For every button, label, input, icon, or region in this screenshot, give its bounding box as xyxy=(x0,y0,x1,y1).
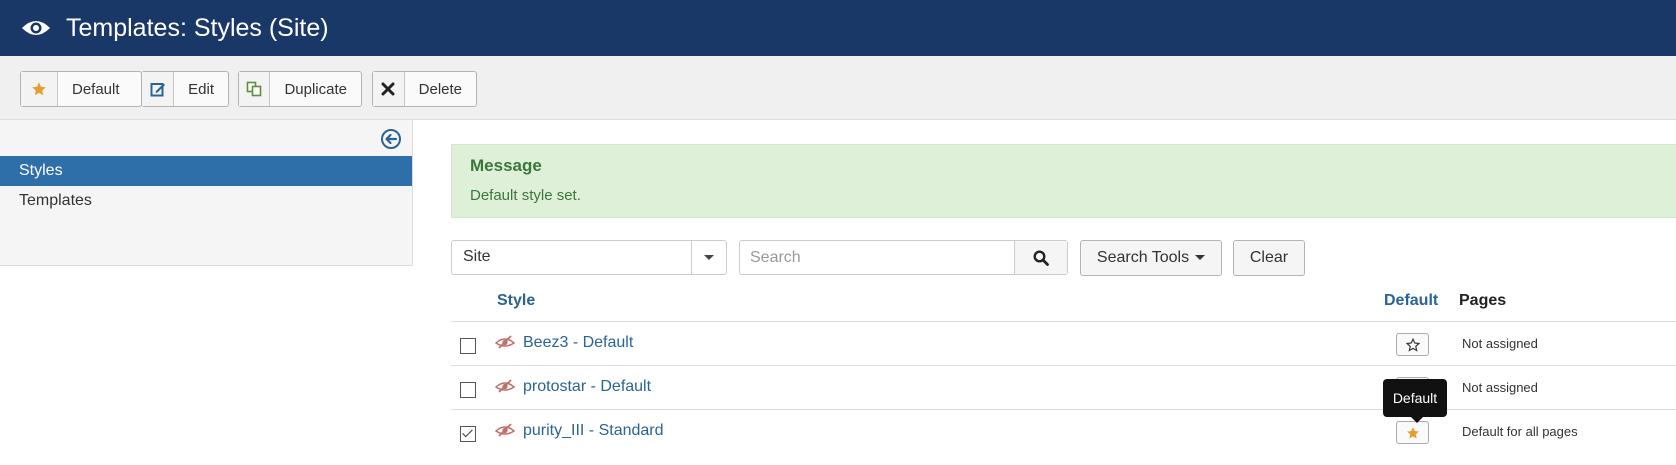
eye-slash-icon xyxy=(494,422,516,438)
column-header-default[interactable]: Default xyxy=(1384,292,1438,310)
pages-value: Not assigned xyxy=(1462,336,1538,351)
search-tools-label: Search Tools xyxy=(1096,249,1190,266)
table-row: protostar - Default Not assigned xyxy=(451,365,1676,410)
table-row: Beez3 - Default Not assigned xyxy=(451,321,1676,366)
clear-button[interactable]: Clear xyxy=(1233,240,1305,276)
close-icon xyxy=(373,72,405,106)
pages-value: Default for all pages xyxy=(1462,424,1578,439)
edit-button-label: Edit xyxy=(188,80,214,98)
star-icon xyxy=(1406,426,1419,438)
star-outline-icon xyxy=(1405,337,1420,352)
clear-label: Clear xyxy=(1249,249,1289,266)
success-message: Message Default style set. xyxy=(451,144,1676,218)
tooltip-text: Default xyxy=(1392,390,1438,406)
default-button[interactable]: Default xyxy=(20,71,142,107)
page-header: Templates: Styles (Site) xyxy=(0,0,1676,56)
edit-button[interactable]: Edit xyxy=(141,71,229,107)
search-icon xyxy=(1033,249,1049,266)
collapse-sidebar-icon[interactable] xyxy=(380,128,402,150)
message-heading: Message xyxy=(470,156,542,175)
client-select[interactable]: Site xyxy=(451,240,727,275)
chevron-down-icon[interactable] xyxy=(691,241,726,274)
eye-icon xyxy=(18,10,54,46)
column-header-pages: Pages xyxy=(1459,292,1507,309)
style-name-link[interactable]: protostar - Default xyxy=(523,378,651,396)
delete-button[interactable]: Delete xyxy=(372,71,477,107)
sidebar-item-templates[interactable]: Templates xyxy=(0,186,412,216)
duplicate-button-label: Duplicate xyxy=(284,80,347,98)
star-icon xyxy=(21,72,58,106)
style-name-link[interactable]: purity_III - Standard xyxy=(523,422,664,440)
duplicate-button[interactable]: Duplicate xyxy=(238,71,362,107)
row-checkbox[interactable] xyxy=(460,382,476,398)
toolbar: Default Edit Duplicate Delete xyxy=(0,56,1676,120)
eye-slash-icon xyxy=(494,334,516,350)
set-default-button[interactable] xyxy=(1396,333,1429,356)
page-title: Templates: Styles (Site) xyxy=(66,13,329,42)
tooltip: Default xyxy=(1383,379,1447,423)
sidebar: Styles Templates xyxy=(0,120,413,266)
search-input[interactable] xyxy=(740,241,1020,274)
style-name-link[interactable]: Beez3 - Default xyxy=(523,334,633,352)
copy-icon xyxy=(239,72,271,106)
sidebar-item-styles[interactable]: Styles xyxy=(0,156,412,186)
default-button-label: Default xyxy=(72,80,120,98)
default-star-button[interactable] xyxy=(1396,421,1429,444)
sidebar-item-label: Styles xyxy=(19,162,63,179)
edit-icon xyxy=(142,72,175,106)
eye-slash-icon xyxy=(494,378,516,394)
row-checkbox[interactable] xyxy=(460,426,476,442)
search-box xyxy=(739,240,1068,275)
delete-button-label: Delete xyxy=(418,80,462,98)
row-checkbox[interactable] xyxy=(460,338,476,354)
caret-down-icon xyxy=(1195,255,1206,260)
search-tools-button[interactable]: Search Tools xyxy=(1080,240,1222,276)
sidebar-item-label: Templates xyxy=(19,192,92,209)
search-button[interactable] xyxy=(1014,241,1067,274)
table-row: purity_III - Standard Default for all pa… xyxy=(451,409,1676,454)
client-select-value: Site xyxy=(463,248,491,265)
pages-value: Not assigned xyxy=(1462,380,1538,395)
column-header-style[interactable]: Style xyxy=(497,292,535,310)
message-body: Default style set. xyxy=(470,187,581,204)
